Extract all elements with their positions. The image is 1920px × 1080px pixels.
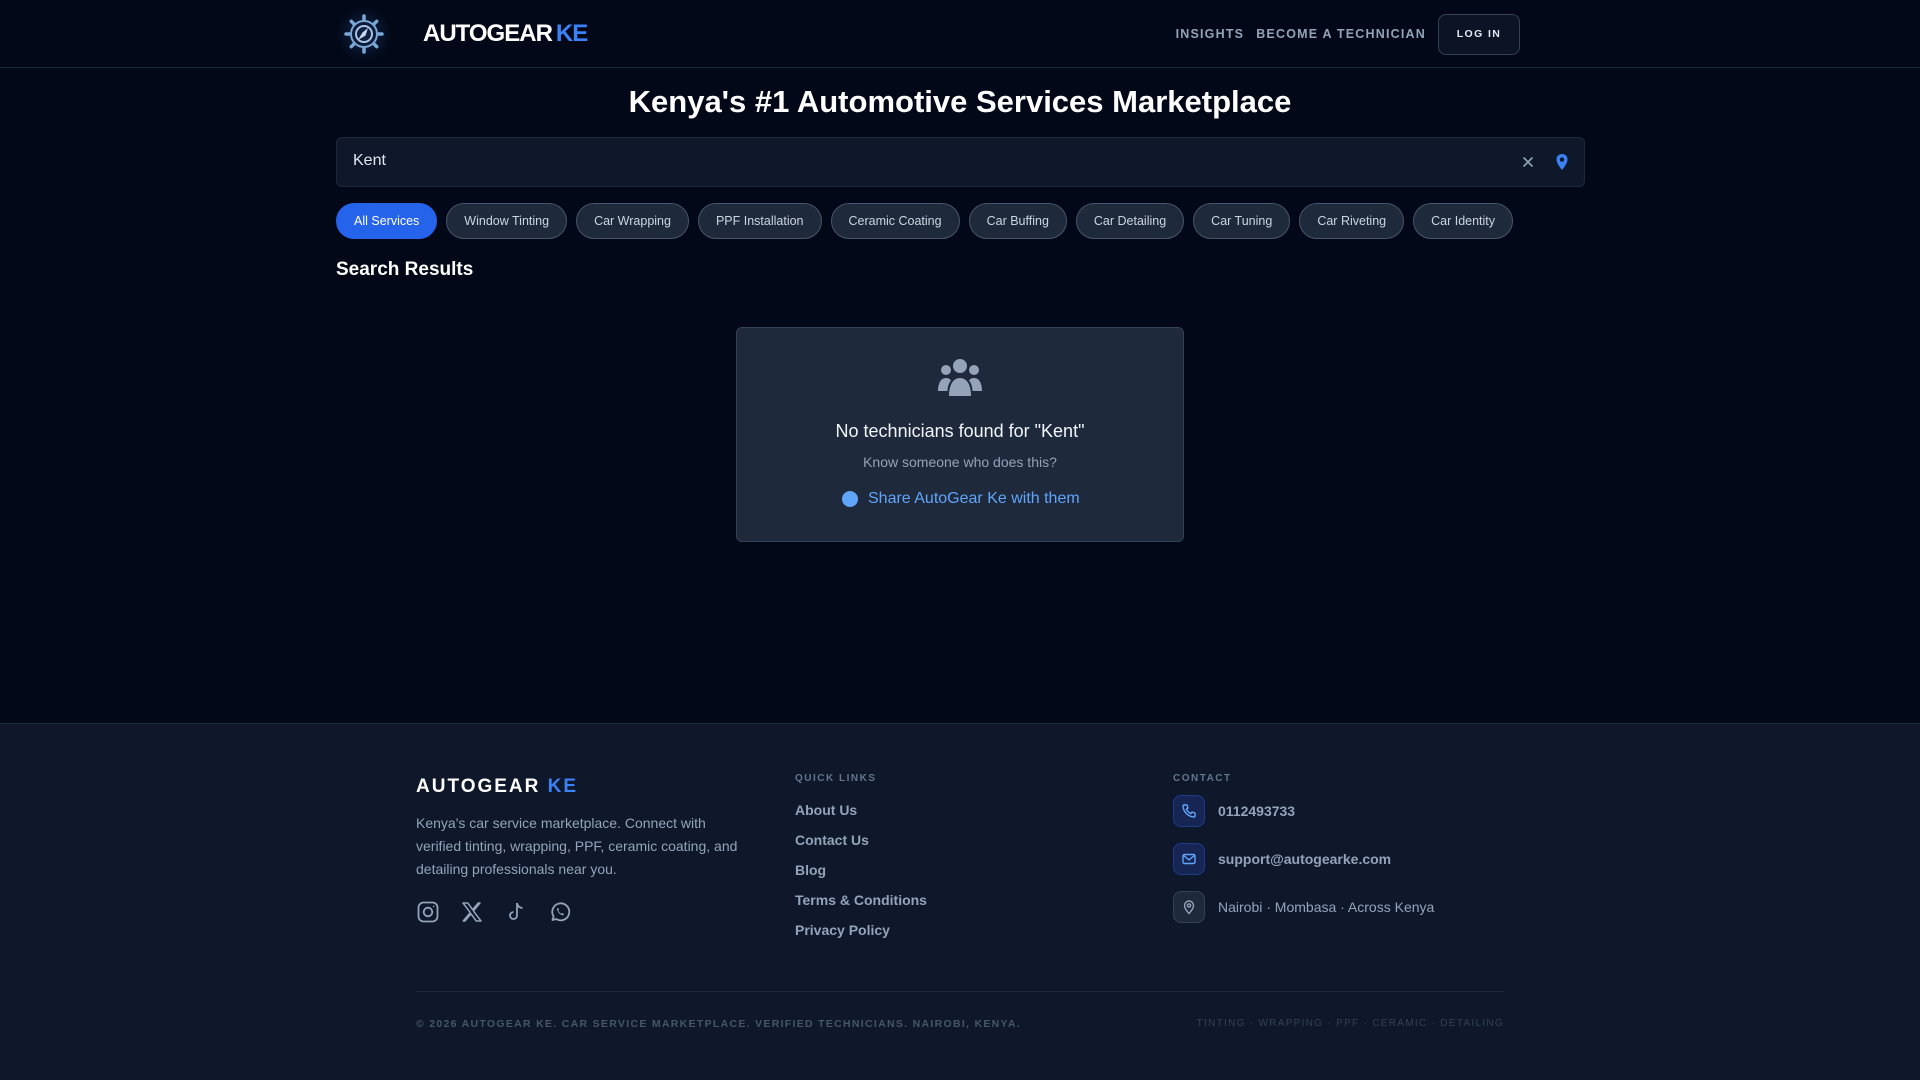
- contact-section: CONTACT 0112493733 support@autogearke.co…: [1173, 773, 1434, 923]
- users-icon: [937, 358, 983, 398]
- copyright-text: © 2026 AUTOGEAR KE. CAR SERVICE MARKETPL…: [416, 1018, 1021, 1030]
- share-link-label: Share AutoGear Ke with them: [868, 490, 1080, 507]
- category-filter: All Services Window Tinting Car Wrapping…: [336, 203, 1514, 239]
- share-link[interactable]: Share AutoGear Ke with them: [842, 490, 1080, 508]
- footer-description: Kenya's car service marketplace. Connect…: [416, 815, 738, 877]
- link-privacy[interactable]: Privacy Policy: [795, 922, 927, 938]
- search-results-heading: Search Results: [336, 259, 474, 280]
- social-links: [416, 900, 572, 924]
- search-input[interactable]: Kent: [353, 152, 386, 170]
- quick-links-section: QUICK LINKS About Us Contact Us Blog Ter…: [795, 773, 927, 938]
- footer-divider: [416, 991, 1504, 992]
- footer-brand-accent: KE: [547, 776, 579, 797]
- email-address: support@autogearke.com: [1218, 851, 1392, 867]
- locations-text: Nairobi · Mombasa · Across Kenya: [1218, 899, 1435, 915]
- map-pin-icon[interactable]: [1552, 152, 1572, 172]
- page-title: Kenya's #1 Automotive Services Marketpla…: [628, 84, 1292, 119]
- brand-main: AUTOGEAR: [423, 20, 553, 47]
- phone-number: 0112493733: [1218, 803, 1296, 819]
- link-terms[interactable]: Terms & Conditions: [795, 892, 927, 908]
- chip-car-buffing[interactable]: Car Buffing: [968, 203, 1067, 239]
- empty-state-subtitle: Know someone who does this?: [863, 454, 1057, 470]
- login-button[interactable]: LOG IN: [1438, 13, 1520, 55]
- instagram-icon[interactable]: [416, 900, 440, 924]
- contact-email[interactable]: support@autogearke.com: [1173, 843, 1391, 875]
- footer-brand: AUTOGEAR KE: [416, 776, 578, 798]
- quick-links-list: About Us Contact Us Blog Terms & Conditi…: [795, 802, 927, 938]
- search-field[interactable]: Kent: [336, 137, 1585, 187]
- nav-become-technician[interactable]: BECOME A TECHNICIAN: [1256, 27, 1426, 41]
- whatsapp-icon[interactable]: [548, 900, 572, 924]
- contact-phone[interactable]: 0112493733: [1173, 795, 1295, 827]
- chip-window-tinting[interactable]: Window Tinting: [446, 203, 568, 239]
- x-icon[interactable]: [460, 900, 484, 924]
- share-icon: [842, 491, 858, 507]
- chip-car-wrapping[interactable]: Car Wrapping: [576, 203, 689, 239]
- chip-car-tuning[interactable]: Car Tuning: [1193, 203, 1291, 239]
- brand-logo-text[interactable]: AUTOGEAR KE: [423, 20, 588, 48]
- chip-car-detailing[interactable]: Car Detailing: [1075, 203, 1185, 239]
- location-icon: [1173, 891, 1205, 923]
- service-tags: TINTING · WRAPPING · PPF · CERAMIC · DET…: [1196, 1018, 1504, 1029]
- phone-icon: [1173, 795, 1205, 827]
- contact-heading: CONTACT: [1173, 773, 1232, 784]
- footer: AUTOGEAR KE Kenya's car service marketpl…: [0, 723, 1920, 1080]
- link-blog[interactable]: Blog: [795, 862, 927, 878]
- quick-links-heading: QUICK LINKS: [795, 773, 877, 784]
- top-navbar: AUTOGEAR KE INSIGHTS BECOME A TECHNICIAN …: [0, 0, 1920, 68]
- empty-state-card: No technicians found for "Kent" Know som…: [736, 327, 1184, 542]
- chip-all-services[interactable]: All Services: [336, 203, 438, 239]
- chip-car-riveting[interactable]: Car Riveting: [1299, 203, 1405, 239]
- nav-menu: INSIGHTS BECOME A TECHNICIAN LOG IN: [1176, 13, 1520, 55]
- chip-car-identity[interactable]: Car Identity: [1413, 203, 1514, 239]
- close-icon[interactable]: [1520, 154, 1536, 170]
- brand-accent: KE: [555, 20, 588, 47]
- empty-state-title: No technicians found for "Kent": [835, 421, 1085, 441]
- chip-ceramic-coating[interactable]: Ceramic Coating: [830, 203, 960, 239]
- tiktok-icon[interactable]: [504, 900, 528, 924]
- nav-insights[interactable]: INSIGHTS: [1176, 27, 1245, 41]
- footer-brand-main: AUTOGEAR: [416, 776, 541, 797]
- chip-ppf-installation[interactable]: PPF Installation: [697, 203, 822, 239]
- contact-locations: Nairobi · Mombasa · Across Kenya: [1173, 891, 1434, 923]
- link-contact-us[interactable]: Contact Us: [795, 832, 927, 848]
- logo-icon[interactable]: [336, 6, 392, 62]
- link-about-us[interactable]: About Us: [795, 802, 927, 818]
- mail-icon: [1173, 843, 1205, 875]
